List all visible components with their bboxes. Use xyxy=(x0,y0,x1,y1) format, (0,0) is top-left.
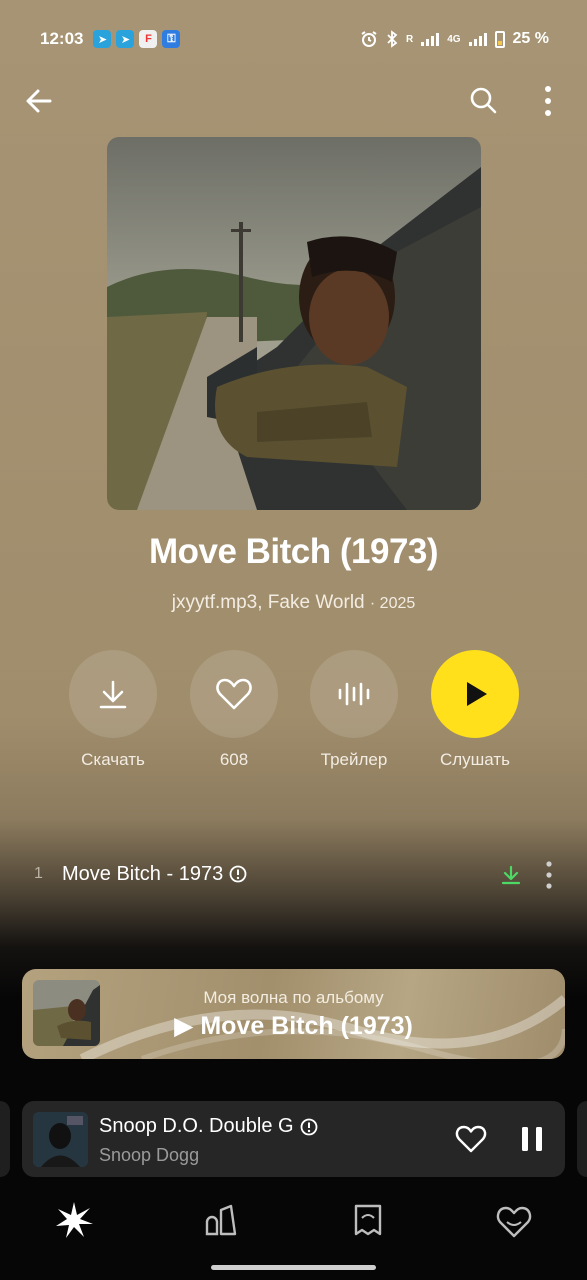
signal-icon xyxy=(421,32,440,46)
nav-favorites[interactable] xyxy=(484,1190,544,1250)
bottom-navigation xyxy=(0,1190,587,1250)
explicit-info-icon xyxy=(229,865,247,883)
heart-icon[interactable] xyxy=(455,1123,487,1155)
track-row[interactable]: 1 Move Bitch - 1973 xyxy=(0,852,587,896)
notification-icons: ➤ ➤ F ⚿ xyxy=(93,30,181,48)
heart-icon xyxy=(216,678,252,710)
album-cover xyxy=(107,137,481,510)
track-title: Move Bitch - 1973 xyxy=(62,862,224,885)
download-button[interactable]: Скачать xyxy=(53,650,173,770)
wave-icon xyxy=(56,1202,93,1238)
figma-icon: F xyxy=(139,30,158,48)
album-meta: jxyytf.mp3, Fake World · 2025 xyxy=(171,592,416,613)
listen-label: Слушать xyxy=(439,750,511,769)
track-title-wrap: Move Bitch - 1973 xyxy=(62,863,247,886)
nav-music[interactable] xyxy=(191,1190,251,1250)
wave-title-wrap: ▶ Move Bitch (1973) xyxy=(22,1011,565,1041)
downloaded-icon xyxy=(501,865,521,885)
album-wave-card[interactable]: Моя волна по альбому ▶ Move Bitch (1973) xyxy=(22,969,565,1059)
likes-count: 608 xyxy=(219,750,249,769)
status-bar: 12:03 ➤ ➤ F ⚿ R 4G 25 % xyxy=(0,0,587,78)
wave-play-icon: ▶ xyxy=(174,1012,194,1040)
play-icon xyxy=(467,682,487,706)
next-track-peek[interactable] xyxy=(577,1101,587,1177)
like-button[interactable]: 608 xyxy=(174,650,294,770)
wave-subtitle: Моя волна по альбому xyxy=(203,988,384,1007)
roaming-indicator: R xyxy=(405,33,414,45)
listen-button[interactable]: Слушать xyxy=(415,650,535,770)
top-bar xyxy=(0,78,587,126)
explicit-info-icon xyxy=(300,1118,317,1135)
trailer-button[interactable]: Трейлер xyxy=(294,650,414,770)
trailer-label: Трейлер xyxy=(320,750,388,769)
track-more-icon[interactable] xyxy=(540,858,558,892)
home-indicator[interactable] xyxy=(211,1265,376,1270)
mini-player[interactable]: Snoop D.O. Double G Snoop Dogg xyxy=(22,1101,565,1177)
download-icon xyxy=(99,680,127,709)
alarm-icon xyxy=(361,31,377,47)
search-icon[interactable] xyxy=(467,84,499,116)
back-arrow-icon[interactable] xyxy=(22,84,56,118)
battery-icon xyxy=(494,30,505,48)
wave-title: Move Bitch (1973) xyxy=(200,1012,413,1040)
bluetooth-icon xyxy=(387,30,398,48)
album-actions: Скачать 608 Трейлер Слушать xyxy=(0,650,587,780)
status-time: 12:03 xyxy=(40,29,84,48)
network-type: 4G xyxy=(447,33,461,45)
favorites-icon xyxy=(496,1206,532,1238)
download-label: Скачать xyxy=(81,750,145,769)
trailer-waveform-icon xyxy=(338,682,370,706)
nav-wave[interactable] xyxy=(44,1190,104,1250)
album-artists[interactable]: jxyytf.mp3, Fake World xyxy=(172,592,365,613)
telegram-icon: ➤ xyxy=(116,30,135,48)
battery-level: 25 % xyxy=(512,30,549,47)
now-playing-title: Snoop D.O. Double G xyxy=(99,1115,294,1137)
album-year: 2025 xyxy=(379,595,416,612)
more-options-icon[interactable] xyxy=(536,84,560,118)
now-playing-title-wrap: Snoop D.O. Double G xyxy=(99,1115,318,1138)
collection-icon xyxy=(354,1204,382,1236)
pause-icon[interactable] xyxy=(519,1125,545,1153)
now-playing-artist: Snoop Dogg xyxy=(99,1145,200,1165)
previous-track-peek[interactable] xyxy=(0,1101,10,1177)
signal-icon xyxy=(468,32,487,46)
telegram-icon: ➤ xyxy=(93,30,112,48)
album-title: Move Bitch (1973) xyxy=(148,532,439,571)
track-number: 1 xyxy=(34,865,43,882)
vpn-key-icon: ⚿ xyxy=(162,30,181,48)
now-playing-cover xyxy=(33,1112,88,1167)
nav-collection[interactable] xyxy=(338,1190,398,1250)
music-icon xyxy=(205,1204,237,1236)
